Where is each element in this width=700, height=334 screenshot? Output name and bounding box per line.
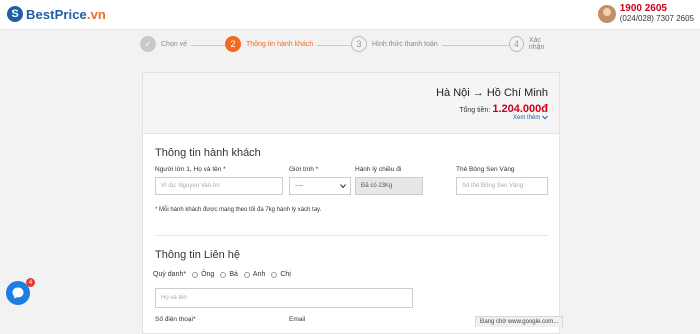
section-divider <box>155 235 548 236</box>
salutation-label: Quý danh* <box>153 271 187 278</box>
logo-text: BestPrice.vn <box>26 6 106 22</box>
browser-status-bar: Đang chờ www.google.com... <box>475 316 564 327</box>
chat-icon <box>12 287 24 299</box>
total-price: Tổng tiền: 1.204.000đ <box>459 103 548 115</box>
gender-label: Giới tính * <box>289 166 319 173</box>
step-confirm: 4 Xác nhận <box>509 36 560 52</box>
step-label: Thông tin hành khách <box>246 40 314 48</box>
logo-mark-icon: S <box>7 6 23 22</box>
baggage-label: Hành lý chiều đi <box>355 166 402 173</box>
chevron-down-icon <box>542 115 548 120</box>
hotline[interactable]: 1900 2605 (024/028) 7307 2605 <box>597 4 694 24</box>
contact-fullname-input[interactable]: Họ và tên <box>155 288 413 308</box>
steps-line <box>170 45 530 46</box>
baggage-note: * Mỗi hành khách được mang theo tối đa 7… <box>155 207 322 213</box>
passenger-name-input[interactable]: Ví dụ: Nguyen Van An <box>155 177 283 195</box>
radio-brother[interactable] <box>243 271 250 278</box>
step-choose-ticket: ✓ Chọn vé <box>140 36 192 52</box>
view-more-link[interactable]: Xem thêm <box>513 115 548 121</box>
step-label: Hình thức thanh toán <box>372 40 438 48</box>
hotline-sub-number[interactable]: (024/028) 7307 2605 <box>620 14 694 24</box>
chat-button[interactable]: 4 <box>6 278 35 305</box>
step-label: Xác nhận <box>528 37 545 51</box>
total-price-value: 1.204.000đ <box>492 103 548 115</box>
booking-form-card: Hà Nội → Hồ Chí Minh Tổng tiền: 1.204.000… <box>142 72 560 334</box>
check-icon: ✓ <box>140 36 156 52</box>
fare-summary: Hà Nội → Hồ Chí Minh Tổng tiền: 1.204.000… <box>143 73 559 134</box>
passenger-section-title: Thông tin hành khách <box>155 147 261 159</box>
phone-label: Số điện thoại* <box>155 316 196 323</box>
radio-mr[interactable] <box>192 271 199 278</box>
step-passenger-info: 2 Thông tin hành khách <box>225 36 318 52</box>
gender-select[interactable]: ---- <box>289 177 351 195</box>
passenger-name-label: Người lớn 1, Họ và tên * <box>155 166 226 173</box>
email-label: Email <box>289 316 306 323</box>
step-number: 2 <box>225 36 241 52</box>
contact-section-title: Thông tin Liên hệ <box>155 249 241 261</box>
step-number: 4 <box>509 36 524 52</box>
route: Hà Nội → Hồ Chí Minh <box>436 87 548 99</box>
salutation-group: Quý danh* Ông Bà Anh Chị <box>153 271 291 278</box>
lotus-card-input[interactable]: Số thẻ Bông Sen Vàng <box>456 177 548 195</box>
step-number: 3 <box>351 36 367 52</box>
top-header: S BestPrice.vn 1900 2605 (024/028) 7307 … <box>0 0 700 30</box>
hotline-number[interactable]: 1900 2605 <box>620 4 694 14</box>
chat-unread-badge: 4 <box>26 278 35 287</box>
chevron-down-icon <box>340 184 346 189</box>
logo[interactable]: S BestPrice.vn <box>7 6 106 22</box>
step-payment-method: 3 Hình thức thanh toán <box>351 36 442 52</box>
lotus-card-label: Thẻ Bông Sen Vàng <box>456 166 515 173</box>
radio-mrs[interactable] <box>220 271 227 278</box>
arrow-right-icon: → <box>472 87 484 99</box>
support-avatar <box>597 5 616 23</box>
step-label: Chọn vé <box>161 40 188 48</box>
baggage-field: Đã có 23Kg <box>355 177 423 195</box>
booking-steps: ✓ Chọn vé 2 Thông tin hành khách 3 Hình … <box>140 35 560 55</box>
radio-sister[interactable] <box>271 271 278 278</box>
